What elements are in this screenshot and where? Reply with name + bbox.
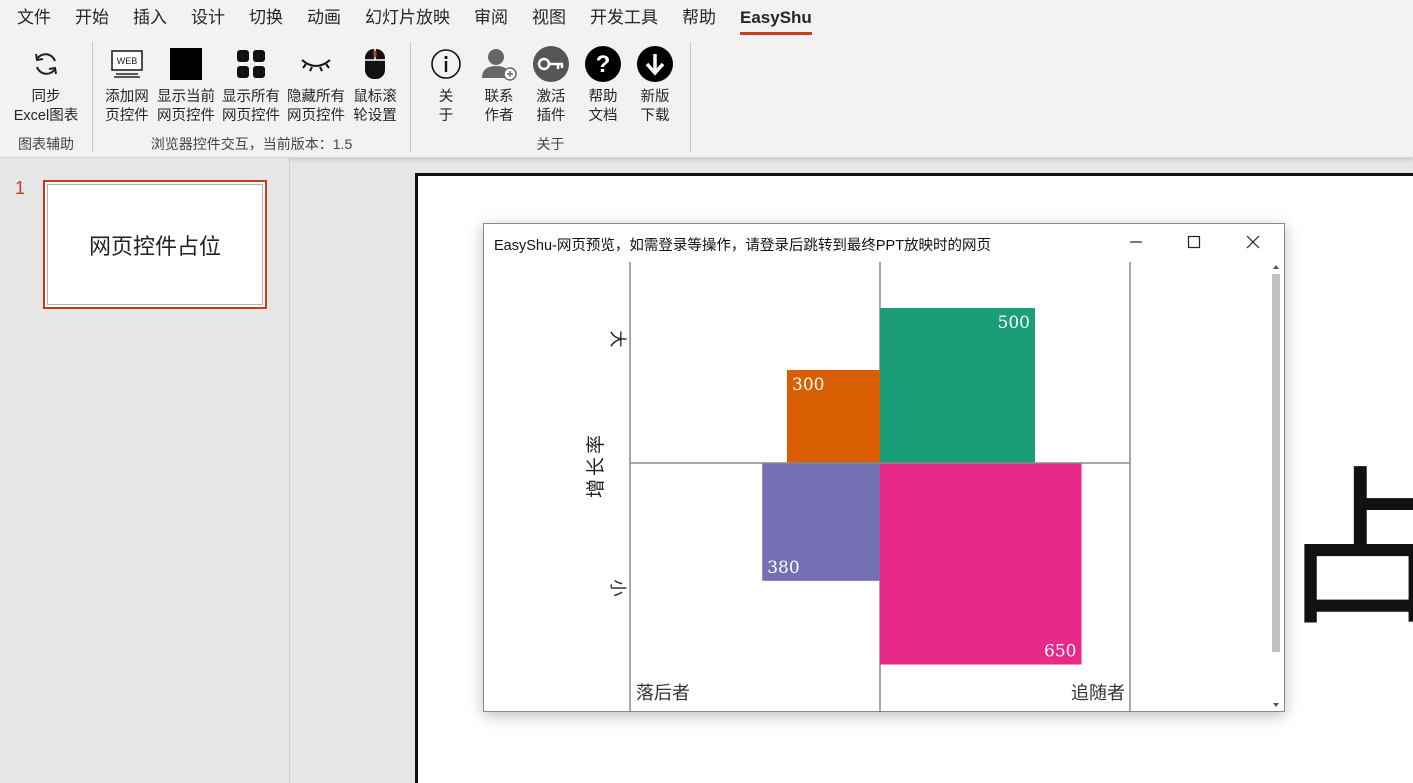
user-add-icon [479, 44, 519, 84]
menu-item-0[interactable]: 文件 [5, 0, 63, 36]
add-web-label-line2: 页控件 [105, 108, 149, 124]
menu-item-6[interactable]: 幻灯片放映 [353, 0, 462, 36]
slide-thumbnail[interactable]: 网页控件占位 [43, 180, 267, 309]
show-current-label-line1: 显示当前 [157, 89, 215, 105]
menu-item-10[interactable]: 帮助 [670, 0, 728, 36]
ribbon: 同步 Excel图表 图表辅助 WEB 添加网 页控件 显示当前 网页控件 显示… [0, 36, 1413, 158]
menu-item-11[interactable]: EasyShu [728, 0, 824, 36]
show-all-controls-button[interactable]: 显示所有 网页控件 [219, 44, 283, 126]
slide-thumbnail-pane: 1 网页控件占位 [0, 158, 290, 783]
menu-item-5[interactable]: 动画 [295, 0, 353, 36]
hide-all-label-line2: 网页控件 [287, 108, 345, 124]
maximize-icon [1187, 235, 1201, 249]
hide-all-label-line1: 隐藏所有 [287, 89, 345, 105]
contact-label-line1: 联系 [484, 89, 514, 105]
download-label-line2: 下载 [640, 108, 670, 124]
web-icon-text: WEB [117, 56, 138, 66]
add-web-control-button[interactable]: WEB 添加网 页控件 [101, 44, 153, 126]
grid-icon [231, 44, 271, 84]
group-label-about: 关于 [536, 136, 565, 152]
sync-excel-chart-button[interactable]: 同步 Excel图表 [8, 44, 84, 126]
key-icon [531, 44, 571, 84]
bar-value-label-top-right: 500 [998, 313, 1030, 333]
scrollbar-thumb[interactable] [1272, 274, 1280, 652]
bar-value-label-bottom-right: 650 [1044, 642, 1076, 662]
svg-text:?: ? [596, 51, 611, 78]
menu-item-2[interactable]: 插入 [121, 0, 179, 36]
menu-bar: 文件 开始 插入 设计 切换 动画 幻灯片放映 审阅 视图 开发工具 帮助 EasyShu [0, 0, 1413, 36]
group-divider [690, 42, 691, 152]
activate-plugin-button[interactable]: 激活 插件 [529, 44, 573, 126]
download-new-version-button[interactable]: 新版 下载 [633, 44, 677, 126]
bar-bottom-right [880, 463, 1082, 665]
group-about: 关 于 联系 作者 激活 插件 ? 帮助 文档 新版 下载 关于 [411, 36, 690, 158]
scroll-up-icon [1273, 265, 1279, 269]
sync-label-line1: 同步 [31, 89, 61, 105]
slide-placeholder-text[interactable]: 占位 [1278, 466, 1413, 636]
menu-item-7[interactable]: 审阅 [462, 0, 520, 36]
slide-thumbnail-text: 网页控件占位 [47, 184, 263, 305]
y-axis-top-label: 大 [607, 331, 627, 348]
filled-square-icon [166, 44, 206, 84]
minimize-button[interactable] [1116, 230, 1156, 254]
y-axis-title: 增长率 [585, 432, 607, 498]
info-icon [426, 44, 466, 84]
help-docs-button[interactable]: ? 帮助 文档 [581, 44, 625, 126]
mouse-icon [355, 44, 395, 84]
menu-item-3[interactable]: 设计 [179, 0, 237, 36]
menu-item-8[interactable]: 视图 [520, 0, 578, 36]
closed-eye-icon [296, 44, 336, 84]
activate-label-line2: 插件 [536, 108, 566, 124]
hide-all-controls-button[interactable]: 隐藏所有 网页控件 [284, 44, 348, 126]
menu-item-1[interactable]: 开始 [63, 0, 121, 36]
about-label-line2: 于 [438, 108, 454, 124]
close-button[interactable] [1233, 230, 1273, 254]
about-button[interactable]: 关 于 [425, 44, 467, 126]
quadrant-label-bottom-left: 落后者 [636, 683, 690, 704]
group-browser-control: WEB 添加网 页控件 显示当前 网页控件 显示所有 网页控件 隐藏所有 网页控… [93, 36, 410, 158]
help-label-line1: 帮助 [588, 89, 618, 105]
sync-label-line2: Excel图表 [13, 108, 79, 124]
show-all-label-line2: 网页控件 [222, 108, 280, 124]
scroll-down-icon [1273, 703, 1279, 707]
quadrant-bar-chart: 300 500 380 650 大增长率小落后者 追随者 [585, 262, 1131, 712]
web-preview-dialog: EasyShu-网页预览，如需登录等操作，请登录后跳转到最终PPT放映时的网页 … [483, 223, 1285, 712]
show-current-control-button[interactable]: 显示当前 网页控件 [154, 44, 218, 126]
download-icon [635, 44, 675, 84]
web-monitor-icon: WEB [107, 44, 147, 84]
contact-label-line2: 作者 [484, 108, 514, 124]
maximize-button[interactable] [1174, 230, 1214, 254]
dialog-title: EasyShu-网页预览，如需登录等操作，请登录后跳转到最终PPT放映时的网页 [494, 238, 992, 254]
group-label-chart-assist: 图表辅助 [18, 136, 74, 152]
add-web-label-line1: 添加网 [105, 89, 149, 105]
activate-label-line1: 激活 [536, 89, 566, 105]
help-label-line2: 文档 [588, 108, 618, 124]
menu-item-4[interactable]: 切换 [237, 0, 295, 36]
group-label-browser-control: 浏览器控件交互，当前版本：1.5 [150, 136, 353, 152]
y-axis-bottom-label: 小 [607, 580, 627, 597]
minimize-icon [1130, 241, 1142, 243]
vertical-scrollbar[interactable] [1271, 262, 1281, 710]
sync-icon [26, 44, 66, 84]
contact-author-button[interactable]: 联系 作者 [477, 44, 521, 126]
show-all-label-line1: 显示所有 [222, 89, 280, 105]
quadrant-label-bottom-right: 追随者 [1071, 683, 1125, 704]
about-label-line1: 关 [438, 89, 454, 105]
download-label-line1: 新版 [640, 89, 670, 105]
mouse-wheel-settings-button[interactable]: 鼠标滚 轮设置 [349, 44, 401, 126]
bar-value-label-bottom-left: 380 [767, 558, 799, 578]
close-icon [1246, 235, 1260, 249]
mouse-label-line2: 轮设置 [353, 108, 397, 124]
show-current-label-line2: 网页控件 [157, 108, 215, 124]
menu-item-9[interactable]: 开发工具 [578, 0, 670, 36]
bar-value-label-top-left: 300 [792, 375, 824, 395]
question-icon: ? [583, 44, 623, 84]
group-chart-assist: 同步 Excel图表 图表辅助 [0, 36, 92, 158]
slide-number: 1 [15, 178, 26, 198]
mouse-label-line1: 鼠标滚 [353, 89, 397, 105]
